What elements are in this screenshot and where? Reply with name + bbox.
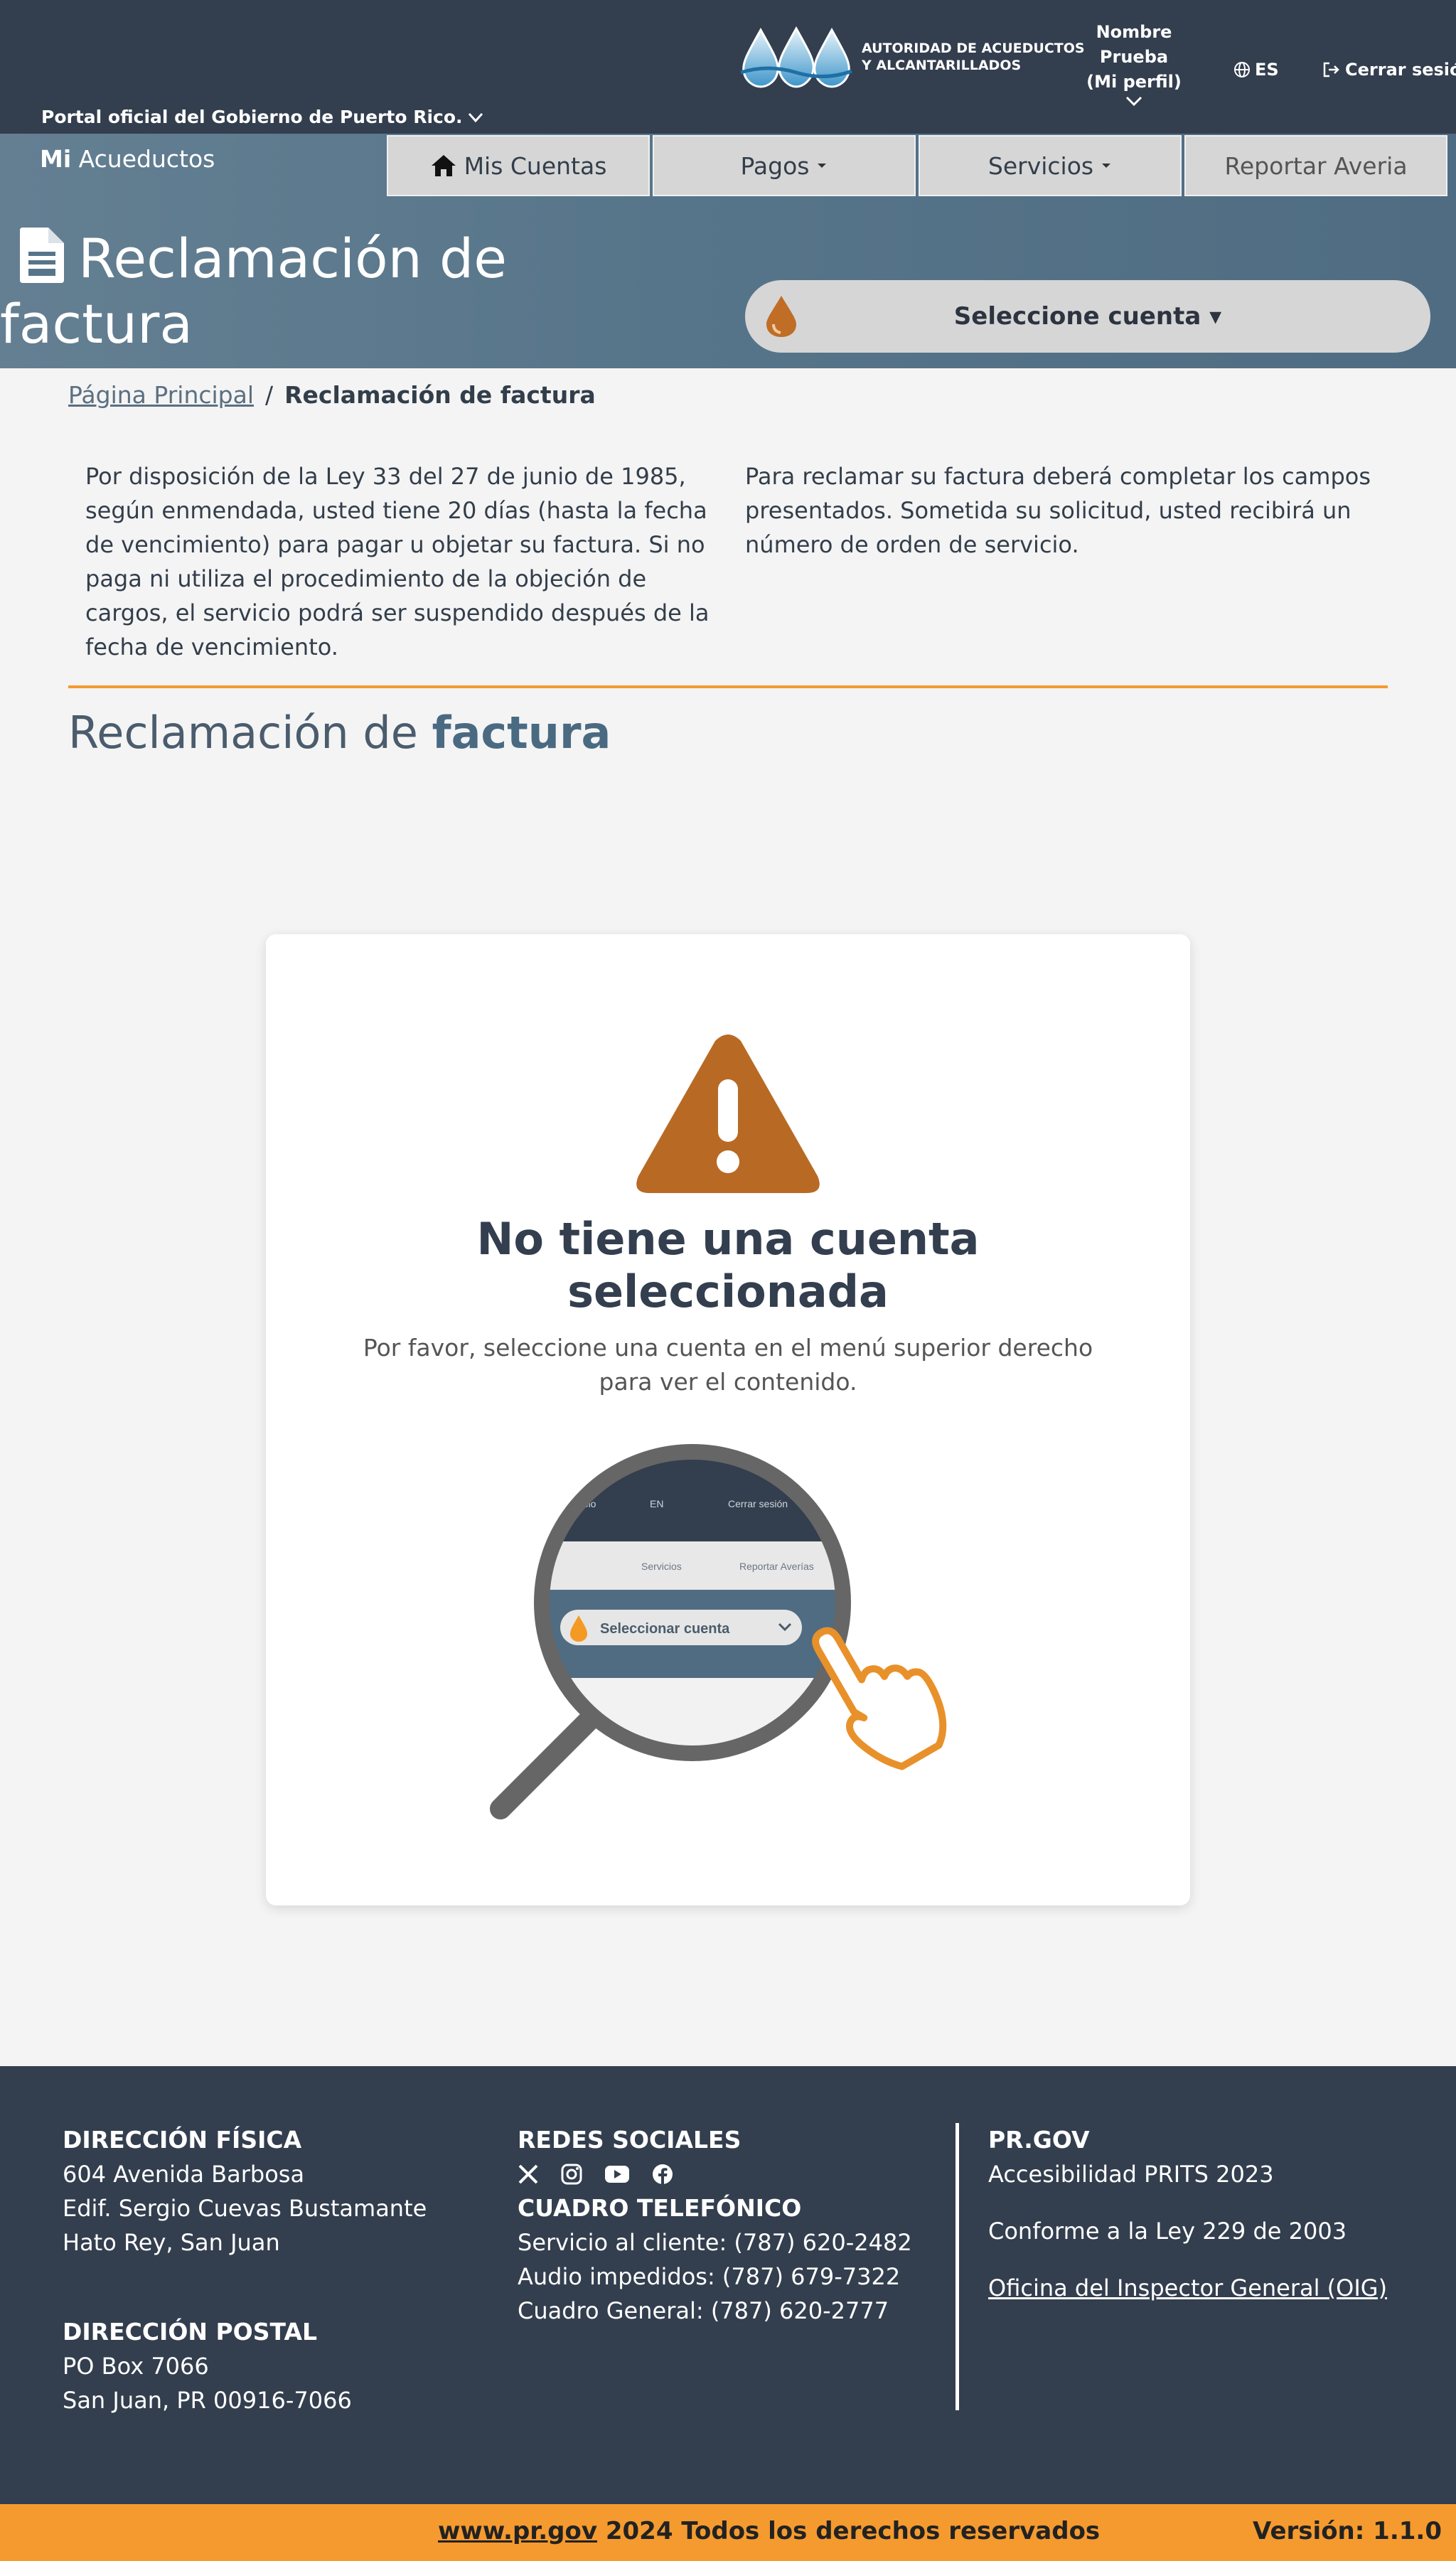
intro-legal-text: Por disposición de la Ley 33 del 27 de j… [85,463,710,661]
caret-down-icon [818,164,827,168]
nav-reportar-averia-label: Reportar Averia [1224,151,1408,180]
globe-icon [1234,62,1250,77]
footer-prgov-accessibility[interactable]: Accesibilidad PRITS 2023 [988,2157,1387,2191]
breadcrumb-separator: / [265,381,274,409]
language-label: ES [1255,60,1279,80]
nav-pagos-label: Pagos [740,151,810,180]
footer-phone-title: CUADRO TELEFÓNICO [518,2194,802,2222]
footer-phone-line-1[interactable]: Servicio al cliente: (787) 620-2482 [518,2225,912,2260]
footer: DIRECCIÓN FÍSICA 604 Avenida Barbosa Edi… [0,2066,1456,2504]
footer-physical-line-1: 604 Avenida Barbosa [63,2161,305,2188]
breadcrumb-home-link[interactable]: Página Principal [68,381,254,409]
footer-prgov: PR.GOV Accesibilidad PRITS 2023 Conforme… [988,2123,1387,2328]
facebook-icon[interactable] [651,2163,674,2186]
app-title[interactable]: Mi Acueductos [40,145,215,173]
x-twitter-icon[interactable] [518,2164,539,2185]
no-account-heading: No tiene una cuenta seleccionada [266,1213,1190,1318]
footer-phone-line-3[interactable]: Cuadro General: (787) 620-2777 [518,2294,912,2328]
footer-physical-title: DIRECCIÓN FÍSICA [63,2126,302,2154]
footer-phone-line-2[interactable]: Audio impedidos: (787) 679-7322 [518,2260,912,2294]
water-drop-icon [766,296,796,337]
copyright-bar: www.pr.gov 2024 Todos los derechos reser… [0,2504,1456,2561]
nav-servicios[interactable]: Servicios [919,135,1182,196]
top-header: AUTORIDAD DE ACUEDUCTOS Y ALCANTARILLADO… [0,0,1456,134]
footer-postal-address: DIRECCIÓN POSTAL PO Box 7066 San Juan, P… [63,2315,352,2417]
profile-menu[interactable]: Nombre Prueba (Mi perfil) [1077,20,1191,107]
app-title-rest: Acueductos [78,145,215,173]
nav-mis-cuentas-label: Mis Cuentas [464,151,607,180]
page-title-line-2: factura [0,292,193,355]
logout-icon [1323,62,1339,77]
footer-postal-title: DIRECCIÓN POSTAL [63,2318,318,2346]
page-title: Reclamación de factura [0,226,640,357]
document-icon [20,228,64,283]
copyright-text: www.pr.gov 2024 Todos los derechos reser… [438,2517,1100,2545]
main-nav: Mis Cuentas Pagos Servicios Reportar Ave… [387,135,1447,196]
portal-gobierno-link[interactable]: Portal oficial del Gobierno de Puerto Ri… [41,107,484,127]
breadcrumb-current: Reclamación de factura [284,381,596,409]
no-account-heading-line-1: No tiene una cuenta [476,1213,980,1265]
brand-line-1: AUTORIDAD DE ACUEDUCTOS [862,41,1085,56]
page-title-line-1: Reclamación de [78,227,507,290]
instagram-icon[interactable] [560,2163,583,2186]
aaa-logo-icon [740,26,852,88]
footer-postal-line-1: PO Box 7066 [63,2353,209,2380]
intro-instructions-text: Para reclamar su factura deberá completa… [745,463,1371,558]
section-title: Reclamación de factura [68,707,611,759]
logout-button[interactable]: Cerrar sesión [1322,60,1456,80]
language-selector[interactable]: ES [1233,60,1279,80]
chevron-down-icon [468,112,483,122]
illus-menu-text-2: Reportar Averías [739,1561,814,1572]
footer-physical-address: DIRECCIÓN FÍSICA 604 Avenida Barbosa Edi… [63,2123,427,2260]
footer-physical-line-3: Hato Rey, San Juan [63,2229,280,2256]
section-title-bold: factura [432,707,611,759]
caret-down-icon [1102,164,1111,168]
nav-reportar-averia[interactable]: Reportar Averia [1184,135,1447,196]
app-title-bold: Mi [40,145,72,173]
profile-line-3: (Mi perfil) [1086,72,1182,92]
no-account-message: Por favor, seleccione una cuenta en el m… [363,1334,1093,1396]
section-title-plain: Reclamación de [68,707,418,759]
profile-line-1: Nombre [1096,22,1172,42]
magnifier-illustration: ablo EN Cerrar sesión Servicios Reportar… [490,1444,947,1819]
social-links [518,2157,912,2191]
no-account-heading-line-2: seleccionada [567,1266,889,1317]
profile-line-2: Prueba [1099,47,1169,67]
version-label: Versión: 1.1.0 [1253,2517,1442,2545]
section-divider [68,685,1388,688]
portal-link-label: Portal oficial del Gobierno de Puerto Ri… [41,107,463,127]
account-select-button[interactable]: Seleccione cuenta ▾ [745,280,1430,353]
home-icon [431,155,456,176]
footer-prgov-law[interactable]: Conforme a la Ley 229 de 2003 [988,2214,1387,2248]
footer-divider [956,2123,959,2410]
footer-oig-link[interactable]: Oficina del Inspector General (OIG) [988,2274,1387,2301]
aaa-brand[interactable]: AUTORIDAD DE ACUEDUCTOS Y ALCANTARILLADO… [739,26,1085,88]
youtube-icon[interactable] [604,2164,630,2184]
logout-label: Cerrar sesión [1345,60,1456,80]
nav-pagos[interactable]: Pagos [653,135,916,196]
footer-postal-line-2: San Juan, PR 00916-7066 [63,2387,352,2414]
warning-icon [636,1034,820,1193]
nav-servicios-label: Servicios [987,151,1094,180]
illus-top-text-2: EN [650,1498,663,1509]
footer-prgov-title: PR.GOV [988,2126,1090,2154]
no-account-card: No tiene una cuenta seleccionada Por fav… [266,934,1190,1905]
footer-contact: REDES SOCIALES CUADRO TELEFÓNICO Servici… [518,2123,912,2328]
nav-mis-cuentas[interactable]: Mis Cuentas [387,135,650,196]
illus-select-label: Seleccionar cuenta [600,1621,730,1637]
illus-menu-text-1: Servicios [641,1561,682,1572]
footer-social-title: REDES SOCIALES [518,2126,742,2154]
copyright-label: 2024 Todos los derechos reservados [597,2517,1101,2545]
footer-physical-line-2: Edif. Sergio Cuevas Bustamante [63,2195,427,2222]
chevron-down-icon [1125,96,1142,107]
account-select-label: Seleccione cuenta ▾ [953,302,1222,331]
breadcrumb: Página Principal / Reclamación de factur… [68,381,596,409]
brand-line-2: Y ALCANTARILLADOS [862,58,1022,73]
illus-top-text-3: Cerrar sesión [728,1498,788,1509]
prgov-site-link[interactable]: www.pr.gov [438,2517,597,2545]
